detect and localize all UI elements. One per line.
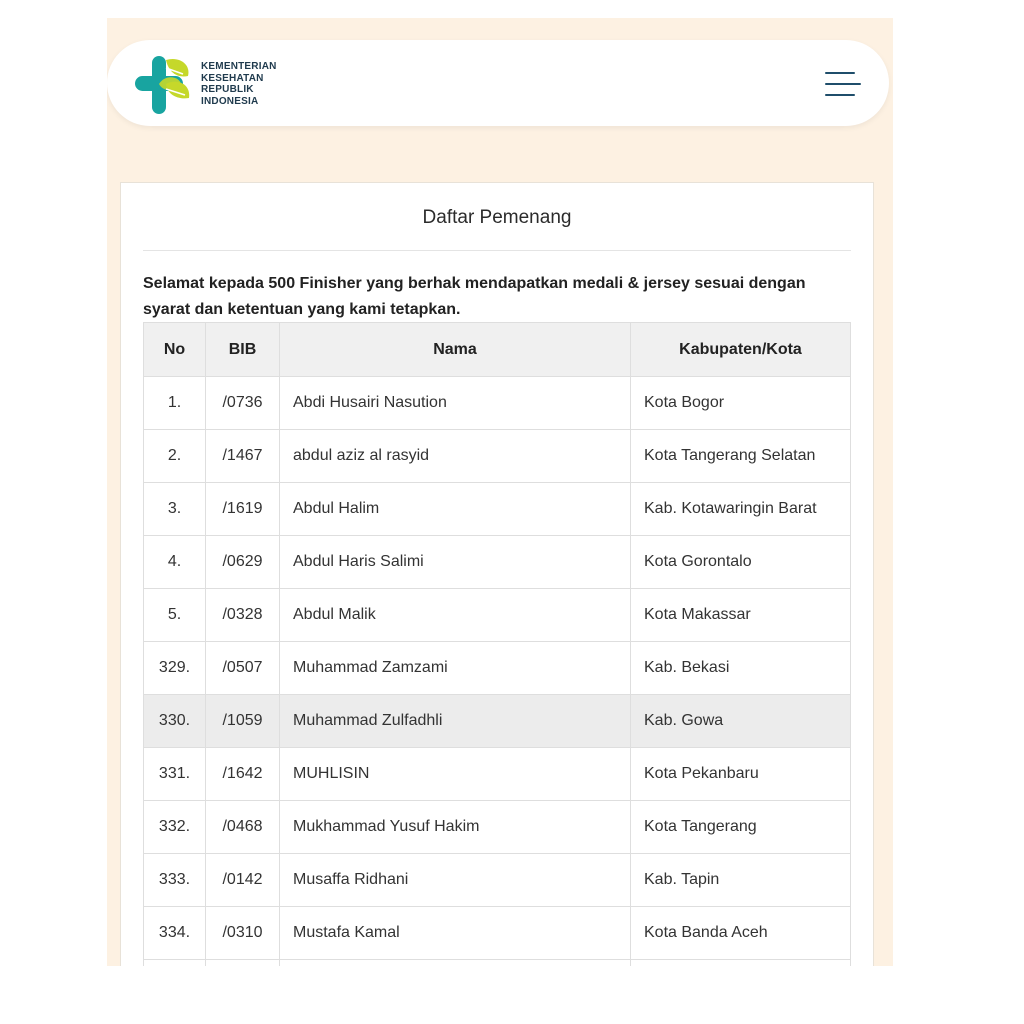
table-header-row: No BIB Nama Kabupaten/Kota bbox=[143, 322, 851, 377]
cell-bib bbox=[205, 959, 280, 966]
cell-nama: Muhammad Zulfadhli bbox=[279, 694, 631, 748]
cell-nama: Musaffa Ridhani bbox=[279, 853, 631, 907]
cell-no: 331. bbox=[143, 747, 206, 801]
logo-line: INDONESIA bbox=[201, 95, 259, 107]
title-divider bbox=[143, 250, 851, 251]
cell-kota: Kota Tangerang Selatan bbox=[630, 429, 851, 483]
winners-card: Daftar Pemenang Selamat kepada 500 Finis… bbox=[120, 182, 874, 966]
cell-no: 332. bbox=[143, 800, 206, 854]
cell-nama: Abdul Malik bbox=[279, 588, 631, 642]
cell-bib: /1059 bbox=[205, 694, 280, 748]
table-row: 5./0328 Abdul Malik Kota Makassar bbox=[143, 588, 851, 642]
cell-kota bbox=[630, 959, 851, 966]
cell-kota: Kab. Bekasi bbox=[630, 641, 851, 695]
cell-nama: Mukhammad Yusuf Hakim bbox=[279, 800, 631, 854]
cell-no: 5. bbox=[143, 588, 206, 642]
logo-line: KESEHATAN bbox=[201, 72, 264, 84]
table-row: 331./1642 MUHLISIN Kota Pekanbaru bbox=[143, 747, 851, 801]
cell-no: 329. bbox=[143, 641, 206, 695]
table-row: 330./1059 Muhammad Zulfadhli Kab. Gowa bbox=[143, 694, 851, 748]
table-row: 332./0468 Mukhammad Yusuf Hakim Kota Tange… bbox=[143, 800, 851, 854]
cell-kota: Kab. Tapin bbox=[630, 853, 851, 907]
cell-kota: Kab. Kotawaringin Barat bbox=[630, 482, 851, 536]
cell-no: 2. bbox=[143, 429, 206, 483]
cell-bib: /0468 bbox=[205, 800, 280, 854]
intro-text: Selamat kepada 500 Finisher yang berhak … bbox=[143, 275, 806, 318]
cell-nama: abdul aziz al rasyid bbox=[279, 429, 631, 483]
cell-kota: Kab. Gowa bbox=[630, 694, 851, 748]
cell-bib: /1642 bbox=[205, 747, 280, 801]
cell-bib: /0310 bbox=[205, 906, 280, 960]
cell-kota: Kota Makassar bbox=[630, 588, 851, 642]
logo-line: KEMENTERIAN bbox=[201, 61, 277, 72]
cell-nama: Abdi Husairi Nasution bbox=[279, 376, 631, 430]
cell-bib: /1467 bbox=[205, 429, 280, 483]
page-background: KEMENTERIAN KESEHATAN REPUBLIK INDONESIA… bbox=[107, 18, 893, 966]
column-header-kota: Kabupaten/Kota bbox=[630, 322, 851, 377]
cell-bib: /0629 bbox=[205, 535, 280, 589]
cell-bib: /0507 bbox=[205, 641, 280, 695]
cell-kota: Kota Gorontalo bbox=[630, 535, 851, 589]
cell-nama: MUHLISIN bbox=[279, 747, 631, 801]
cell-kota: Kota Pekanbaru bbox=[630, 747, 851, 801]
table-row: 333./0142 Musaffa Ridhani Kab. Tapin bbox=[143, 853, 851, 907]
column-header-nama: Nama bbox=[279, 322, 631, 377]
cell-no: 330. bbox=[143, 694, 206, 748]
cell-no: 3. bbox=[143, 482, 206, 536]
cell-no: 1. bbox=[143, 376, 206, 430]
cell-no: 334. bbox=[143, 906, 206, 960]
table-row: 1./0736 Abdi Husairi Nasution Kota Bogor bbox=[143, 376, 851, 430]
column-header-no: No bbox=[143, 322, 206, 377]
cell-bib: /0736 bbox=[205, 376, 280, 430]
cell-bib: /0328 bbox=[205, 588, 280, 642]
cell-nama bbox=[279, 959, 631, 966]
cell-kota: Kota Tangerang bbox=[630, 800, 851, 854]
table-row: 3./1619 Abdul Halim Kab. Kotawaringin Bara… bbox=[143, 482, 851, 536]
hamburger-menu-icon[interactable] bbox=[825, 70, 861, 100]
winners-table: No BIB Nama Kabupaten/Kota 1./0736 Abdi H… bbox=[143, 322, 851, 966]
table-row: 329./0507 Muhammad Zamzami Kab. Bekasi bbox=[143, 641, 851, 695]
cell-no bbox=[143, 959, 206, 966]
logo-line: REPUBLIK bbox=[201, 84, 254, 95]
cell-kota: Kota Banda Aceh bbox=[630, 906, 851, 960]
logo-wordmark: KEMENTERIAN KESEHATAN REPUBLIK INDONESIA bbox=[201, 61, 277, 107]
cell-nama: Abdul Haris Salimi bbox=[279, 535, 631, 589]
cell-bib: /0142 bbox=[205, 853, 280, 907]
kemenkes-logo-icon[interactable] bbox=[135, 54, 193, 116]
cell-kota: Kota Bogor bbox=[630, 376, 851, 430]
column-header-bib: BIB bbox=[205, 322, 280, 377]
card-title: Daftar Pemenang bbox=[422, 207, 572, 228]
cell-nama: Mustafa Kamal bbox=[279, 906, 631, 960]
table-row: 334./0310 Mustafa Kamal Kota Banda Aceh bbox=[143, 906, 851, 960]
table-row bbox=[143, 959, 851, 966]
table-row: 2./1467 abdul aziz al rasyid Kota Tangeran… bbox=[143, 429, 851, 483]
cell-bib: /1619 bbox=[205, 482, 280, 536]
table-row: 4./0629 Abdul Haris Salimi Kota Gorontalo bbox=[143, 535, 851, 589]
cell-nama: Abdul Halim bbox=[279, 482, 631, 536]
cell-no: 4. bbox=[143, 535, 206, 589]
site-header: KEMENTERIAN KESEHATAN REPUBLIK INDONESIA bbox=[107, 40, 889, 126]
cell-nama: Muhammad Zamzami bbox=[279, 641, 631, 695]
cell-no: 333. bbox=[143, 853, 206, 907]
